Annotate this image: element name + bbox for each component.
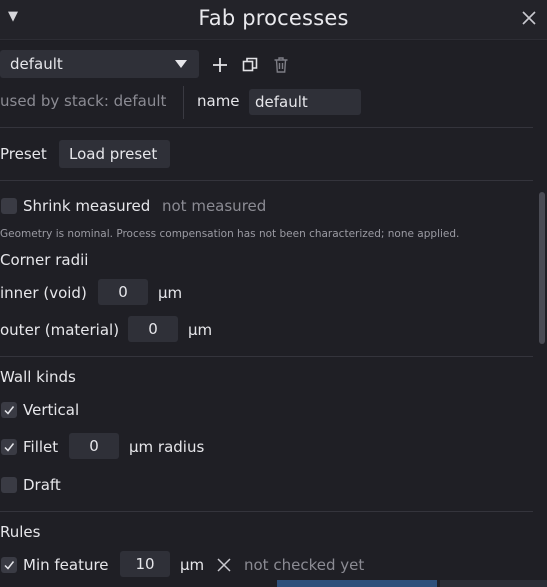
draft-checkbox[interactable] <box>1 477 17 493</box>
panel-body <box>0 41 547 587</box>
x-mark-icon <box>215 556 233 574</box>
divider <box>183 86 184 119</box>
shrink-measured-label: Shrink measured <box>23 197 151 215</box>
inner-radius-input[interactable]: 0 <box>98 279 148 305</box>
outer-radius-input[interactable]: 0 <box>128 316 178 342</box>
name-input-value: default <box>255 93 308 111</box>
fillet-checkbox[interactable] <box>1 439 17 455</box>
close-icon[interactable] <box>519 8 539 28</box>
separator <box>0 180 533 181</box>
duplicate-icon <box>242 57 258 72</box>
window-title: Fab processes <box>198 6 349 30</box>
inner-radius-label: inner (void) <box>0 284 87 302</box>
min-feature-value: 10 <box>135 555 155 573</box>
fillet-radius-input[interactable]: 0 <box>69 433 119 459</box>
min-feature-unit: µm <box>180 556 205 574</box>
corner-radii-heading: Corner radii <box>0 251 89 269</box>
draft-label: Draft <box>23 476 61 494</box>
checkmark-icon <box>4 443 15 452</box>
vertical-checkbox[interactable] <box>1 402 17 418</box>
name-label: name <box>197 92 240 110</box>
outer-radius-unit: µm <box>188 321 213 339</box>
separator <box>0 127 533 128</box>
plus-icon <box>213 58 227 72</box>
background-viewport <box>277 580 437 587</box>
add-process-button[interactable] <box>210 55 230 75</box>
process-dropdown-value: default <box>10 55 63 73</box>
scrollbar-thumb[interactable] <box>539 192 545 344</box>
fillet-radius-value: 0 <box>89 437 99 455</box>
name-input[interactable]: default <box>249 89 361 115</box>
outer-radius-value: 0 <box>148 320 158 338</box>
title-bar: ▼ Fab processes <box>0 0 547 40</box>
inner-radius-value: 0 <box>118 283 128 301</box>
inner-radius-unit: µm <box>158 284 183 302</box>
separator <box>0 511 533 512</box>
min-feature-label: Min feature <box>23 556 109 574</box>
separator <box>0 356 533 357</box>
checkmark-icon <box>4 406 15 415</box>
wall-kinds-heading: Wall kinds <box>0 368 76 386</box>
min-feature-input[interactable]: 10 <box>120 551 170 577</box>
min-feature-checkbox[interactable] <box>1 557 17 573</box>
min-feature-status: not checked yet <box>244 556 365 574</box>
fillet-radius-unit: µm radius <box>129 438 205 456</box>
used-by-label: used by stack: default <box>0 92 167 110</box>
shrink-status: not measured <box>162 197 267 215</box>
load-preset-button-label: Load preset <box>69 145 158 163</box>
background-viewport-edge <box>440 580 547 587</box>
load-preset-button[interactable]: Load preset <box>59 140 170 168</box>
vertical-label: Vertical <box>23 401 80 419</box>
chevron-down-icon <box>175 60 187 68</box>
delete-process-button[interactable] <box>271 55 291 75</box>
process-dropdown[interactable]: default <box>0 50 199 78</box>
checkmark-icon <box>4 561 15 570</box>
outer-radius-label: outer (material) <box>0 321 120 339</box>
geometry-note: Geometry is nominal. Process compensatio… <box>0 228 460 240</box>
trash-icon <box>274 57 288 73</box>
preset-label: Preset <box>0 145 47 163</box>
duplicate-process-button[interactable] <box>240 55 260 75</box>
fillet-label: Fillet <box>23 438 59 456</box>
shrink-measured-checkbox[interactable] <box>1 198 17 214</box>
rules-heading: Rules <box>0 523 41 541</box>
